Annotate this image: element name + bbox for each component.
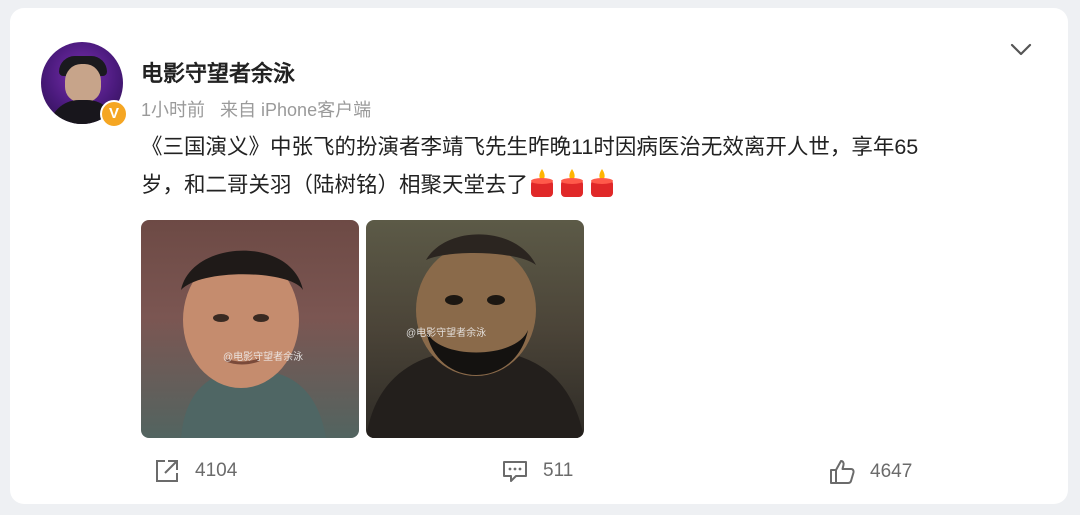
post-card: V 电影守望者余泳 1小时前 来自 iPhone客户端 《三国演义》中张飞的扮演… [10, 8, 1068, 504]
post-meta: 1小时前 来自 iPhone客户端 [141, 96, 381, 122]
share-icon [156, 460, 178, 482]
post-source: 来自 iPhone客户端 [220, 100, 372, 120]
portrait-1-art [181, 250, 326, 438]
post-image-2[interactable]: @电影守望者余泳 [366, 220, 584, 438]
post-text-line: 《三国演义》中张飞的扮演者李靖飞先生昨晚11时因病医治无效离开人世，享年65 [141, 135, 919, 159]
comment-button[interactable]: 511 [501, 458, 573, 484]
post-text-line-2-content: 岁，和二哥关羽（陆树铭）相聚天堂去了 [141, 173, 529, 197]
post-time[interactable]: 1小时前 [141, 100, 205, 120]
comment-count: 511 [543, 460, 574, 481]
post-image-1[interactable]: @电影守望者余泳 [141, 220, 359, 438]
comment-icon [503, 461, 527, 482]
like-count: 4647 [870, 461, 913, 482]
image-watermark: @电影守望者余泳 [223, 352, 304, 363]
like-button[interactable]: 4647 [828, 458, 912, 486]
repost-count: 4104 [195, 460, 238, 481]
thumbs-up-icon [830, 460, 855, 484]
chevron-down-icon[interactable] [1008, 36, 1034, 62]
post-text-line-2: 岁，和二哥关羽（陆树铭）相聚天堂去了 [141, 166, 1021, 210]
username[interactable]: 电影守望者余泳 [141, 56, 295, 88]
verified-badge-icon: V [100, 100, 128, 128]
candle-emoji-icon [528, 168, 618, 210]
image-watermark-2: @电影守望者余泳 [406, 328, 487, 339]
post-text: 《三国演义》中张飞的扮演者李靖飞先生昨晚11时因病医治无效离开人世，享年65 岁… [141, 128, 1021, 210]
avatar-face [65, 64, 101, 102]
repost-button[interactable]: 4104 [153, 458, 237, 484]
